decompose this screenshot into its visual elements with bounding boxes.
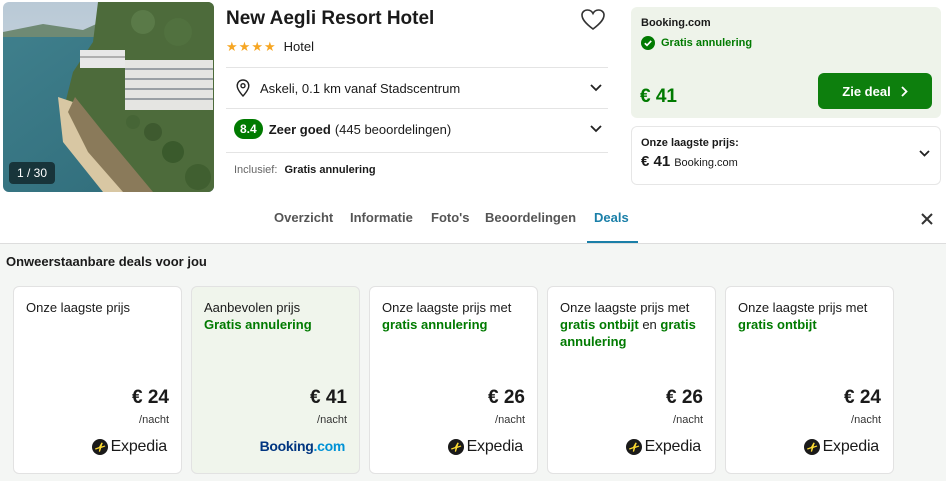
provider-name: Expedia: [466, 438, 524, 455]
expedia-logo: Expedia: [91, 438, 168, 456]
check-circle-icon: [641, 36, 655, 50]
deal-card-title: Onze laagste prijs met gratis ontbijt: [738, 299, 888, 333]
rating-row[interactable]: 8.4 Zeer goed (445 beoordelingen): [226, 110, 608, 148]
star-icon: ★: [238, 38, 251, 54]
deal-card-heading: Aanbevolen prijs: [204, 300, 301, 315]
lowest-price-value: € 41: [641, 153, 671, 170]
hotel-photo[interactable]: 1 / 30: [3, 2, 214, 192]
deal-card-price: € 24: [132, 387, 169, 408]
deal-provider: Booking.com: [641, 17, 711, 29]
view-deal-label: Zie deal: [842, 83, 891, 99]
expedia-icon: [625, 439, 642, 455]
lowest-price-provider: Booking.com: [674, 157, 738, 169]
expedia-logo: Expedia: [803, 438, 880, 456]
tab-photos[interactable]: Foto's: [431, 210, 469, 225]
rating-word: Zeer goed: [268, 121, 331, 137]
chevron-down-icon: [919, 150, 930, 157]
star-icon: ★: [251, 38, 263, 54]
chevron-right-icon: [901, 85, 908, 97]
provider-name: Expedia: [644, 438, 702, 455]
included-value: Gratis annulering: [284, 164, 376, 176]
location-pin-icon: [236, 79, 250, 97]
per-night-label: /nacht: [851, 414, 881, 426]
star-icon: ★: [226, 38, 238, 54]
deal-card-price: € 24: [844, 387, 881, 408]
deal-card[interactable]: Onze laagste prijs met gratis ontbijt en…: [547, 286, 716, 474]
rating-count: (445 beoordelingen): [334, 121, 452, 137]
hotel-type: Hotel: [283, 39, 314, 54]
expedia-logo: Expedia: [625, 438, 702, 456]
hotel-name: New Aegli Resort Hotel: [226, 8, 435, 29]
close-icon[interactable]: [920, 212, 934, 226]
deal-card[interactable]: Onze laagste prijs € 24 /nacht Expedia: [13, 286, 182, 474]
lowest-price-dropdown[interactable]: Onze laagste prijs: € 41 Booking.com: [631, 126, 941, 185]
divider: [226, 152, 608, 153]
provider-name: Expedia: [110, 438, 168, 455]
heart-icon[interactable]: [580, 8, 606, 32]
per-night-label: /nacht: [673, 414, 703, 426]
deal-card-join: en: [638, 317, 661, 332]
deal-card-title: Onze laagste prijs met gratis annulering: [382, 299, 532, 333]
included-row: Inclusief: Gratis annulering: [234, 164, 376, 176]
deals-title: Onweerstaanbare deals voor jou: [6, 254, 207, 269]
free-cancellation-text: Gratis annulering: [661, 37, 753, 49]
expedia-icon: [447, 439, 464, 455]
deal-card-title: Onze laagste prijs met gratis ontbijt en…: [560, 299, 710, 350]
per-night-label: /nacht: [495, 414, 525, 426]
lowest-price-label: Onze laagste prijs:: [641, 137, 739, 149]
star-icon: ★: [263, 38, 276, 54]
deal-card-heading: Onze laagste prijs met: [560, 300, 690, 315]
tab-info[interactable]: Informatie: [350, 210, 413, 225]
deal-price: € 41: [640, 86, 677, 107]
deal-card-price: € 26: [488, 387, 525, 408]
deal-card-heading: Onze laagste prijs met: [738, 300, 868, 315]
booking-logo: Booking .com: [259, 438, 346, 454]
deal-card-highlight: gratis ontbijt: [738, 317, 817, 332]
tab-bar: Overzicht Informatie Foto's Beoordelinge…: [0, 194, 946, 244]
deal-card[interactable]: Onze laagste prijs met gratis annulering…: [369, 286, 538, 474]
photo-counter: 1 / 30: [9, 162, 56, 184]
deals-section: Onweerstaanbare deals voor jou Onze laag…: [0, 244, 946, 481]
deal-card-price: € 26: [666, 387, 703, 408]
active-tab-indicator: [587, 241, 638, 243]
divider: [226, 67, 608, 68]
deal-card-highlight: gratis annulering: [382, 317, 488, 332]
per-night-label: /nacht: [317, 414, 347, 426]
location-row[interactable]: Askeli, 0.1 km vanaf Stadscentrum: [226, 69, 608, 107]
lowest-price-line: € 41 Booking.com: [641, 153, 738, 170]
view-deal-button[interactable]: Zie deal: [818, 73, 932, 109]
deal-card-title: Aanbevolen prijs Gratis annulering: [204, 299, 354, 333]
deal-card[interactable]: Onze laagste prijs met gratis ontbijt € …: [725, 286, 894, 474]
provider-name: Expedia: [822, 438, 880, 455]
hotel-class-row: ★ ★ ★ ★ Hotel: [226, 39, 314, 54]
chevron-down-icon: [590, 125, 602, 133]
tab-deals[interactable]: Deals: [594, 210, 629, 225]
deal-card-price: € 41: [310, 387, 347, 408]
free-cancellation: Gratis annulering: [641, 36, 752, 50]
expedia-icon: [803, 439, 820, 455]
chevron-down-icon: [590, 84, 602, 92]
location-text: Askeli, 0.1 km vanaf Stadscentrum: [260, 80, 461, 96]
tab-overview[interactable]: Overzicht: [274, 210, 333, 225]
expedia-logo: Expedia: [447, 438, 524, 456]
divider: [226, 108, 608, 109]
deal-card-heading: Onze laagste prijs met: [382, 300, 512, 315]
provider-name: Booking: [259, 438, 314, 454]
deal-card-highlight: Gratis annulering: [204, 317, 312, 332]
deal-card-recommended[interactable]: Aanbevolen prijs Gratis annulering € 41 …: [191, 286, 360, 474]
tab-reviews[interactable]: Beoordelingen: [485, 210, 576, 225]
expedia-icon: [91, 439, 108, 455]
deal-card-highlight: gratis ontbijt: [560, 317, 639, 332]
included-label: Inclusief:: [234, 164, 278, 176]
rating-badge: 8.4: [234, 119, 263, 139]
deal-card-title: Onze laagste prijs: [26, 299, 176, 316]
star-rating: ★ ★ ★ ★: [226, 38, 276, 54]
per-night-label: /nacht: [139, 414, 169, 426]
deal-card-heading: Onze laagste prijs: [26, 300, 131, 315]
featured-deal: Booking.com Gratis annulering € 41 Zie d…: [631, 7, 941, 118]
provider-name-suffix: .com: [313, 438, 346, 454]
